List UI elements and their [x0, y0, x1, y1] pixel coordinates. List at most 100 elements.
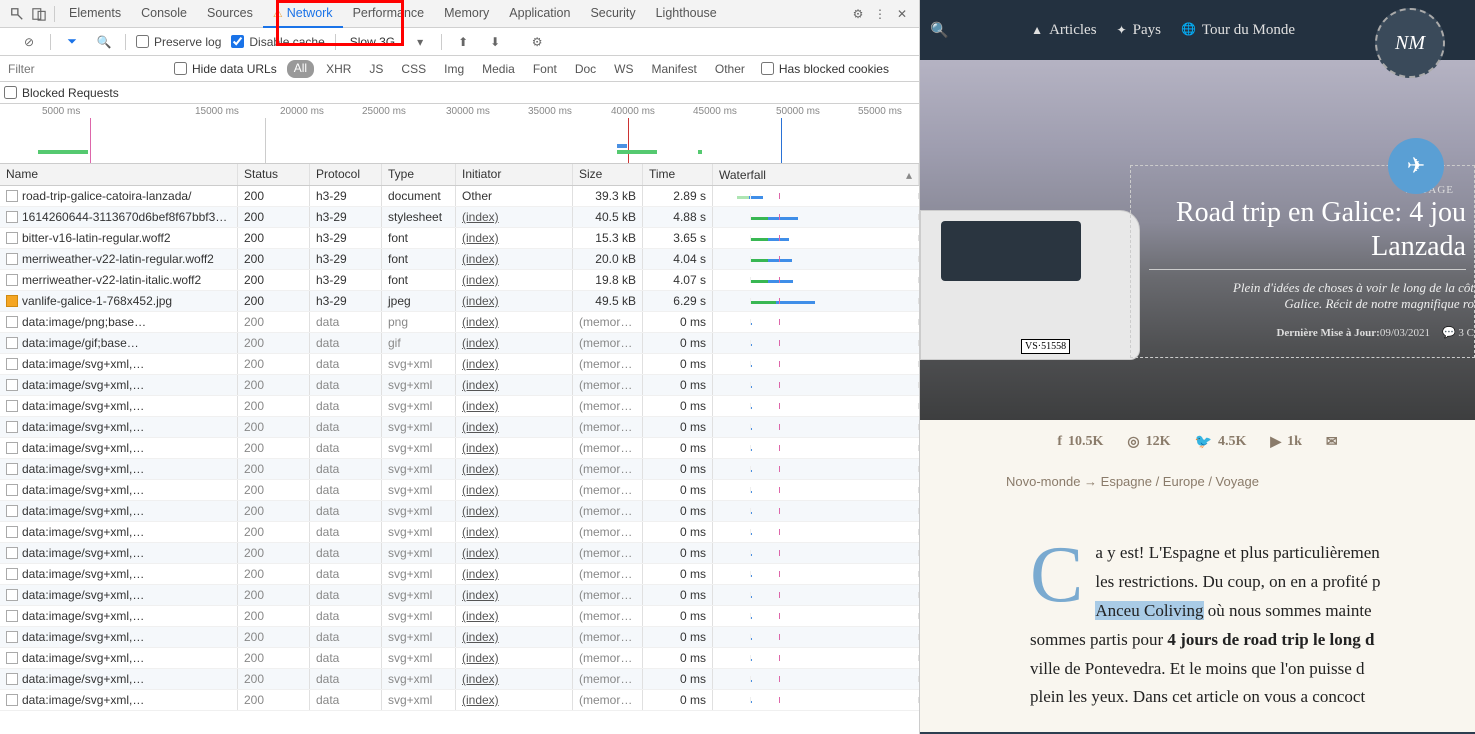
request-row[interactable]: vanlife-galice-1-768x452.jpg200h3-29jpeg… [0, 291, 919, 312]
import-har-icon[interactable]: ⬆ [452, 31, 474, 53]
request-row[interactable]: data:image/svg+xml,…200datasvg+xml(index… [0, 648, 919, 669]
request-row[interactable]: 1614260644-3113670d6bef8f67bbf3…200h3-29… [0, 207, 919, 228]
request-row[interactable]: data:image/svg+xml,…200datasvg+xml(index… [0, 606, 919, 627]
filter-chip-doc[interactable]: Doc [569, 60, 602, 78]
request-row[interactable]: data:image/svg+xml,…200datasvg+xml(index… [0, 690, 919, 711]
col-protocol[interactable]: Protocol [310, 164, 382, 185]
export-har-icon[interactable]: ⬇ [484, 31, 506, 53]
filter-chip-js[interactable]: JS [363, 60, 389, 78]
dropcap: C [1030, 539, 1095, 611]
article-text-bold: 4 jours de road trip le long d [1167, 630, 1374, 649]
request-row[interactable]: data:image/svg+xml,…200datasvg+xml(index… [0, 669, 919, 690]
requests-table-body[interactable]: road-trip-galice-catoira-lanzada/200h3-2… [0, 186, 919, 734]
social-mail[interactable]: ✉ [1326, 434, 1338, 451]
close-devtools-icon[interactable]: ✕ [891, 3, 913, 25]
site-breadcrumb[interactable]: Novo-monde → Espagne / Europe / Voyage [920, 464, 1475, 519]
request-row[interactable]: data:image/svg+xml,…200datasvg+xml(index… [0, 627, 919, 648]
col-size[interactable]: Size [573, 164, 643, 185]
preserve-log-checkbox[interactable]: Preserve log [136, 35, 221, 49]
filter-chip-other[interactable]: Other [709, 60, 751, 78]
request-row[interactable]: data:image/svg+xml,…200datasvg+xml(index… [0, 585, 919, 606]
timeline-tick: 30000 ms [446, 106, 490, 117]
nav-search-icon[interactable]: 🔍 [930, 21, 949, 40]
site-logo[interactable]: NM [1375, 8, 1445, 78]
request-row[interactable]: data:image/svg+xml,…200datasvg+xml(index… [0, 480, 919, 501]
request-row[interactable]: data:image/svg+xml,…200datasvg+xml(index… [0, 375, 919, 396]
request-row[interactable]: data:image/svg+xml,…200datasvg+xml(index… [0, 522, 919, 543]
request-row[interactable]: merriweather-v22-latin-italic.woff2200h3… [0, 270, 919, 291]
filter-chip-xhr[interactable]: XHR [320, 60, 357, 78]
filter-chip-font[interactable]: Font [527, 60, 563, 78]
filter-chip-media[interactable]: Media [476, 60, 521, 78]
filter-chip-img[interactable]: Img [438, 60, 470, 78]
file-icon [6, 295, 18, 307]
requests-table-header: Name Status Protocol Type Initiator Size… [0, 164, 919, 186]
request-row[interactable]: data:image/svg+xml,…200datasvg+xml(index… [0, 543, 919, 564]
file-icon [6, 442, 18, 454]
tab-lighthouse[interactable]: Lighthouse [646, 0, 727, 28]
clear-icon[interactable]: ⊘ [18, 31, 40, 53]
request-row[interactable]: data:image/svg+xml,…200datasvg+xml(index… [0, 354, 919, 375]
device-toggle-icon[interactable] [28, 3, 50, 25]
throttle-select[interactable]: Slow 3G [346, 33, 399, 51]
social-youtube[interactable]: ▶1k [1270, 434, 1302, 451]
request-row[interactable]: data:image/png;base…200datapng(index)(me… [0, 312, 919, 333]
timeline-overview[interactable]: 5000 ms15000 ms20000 ms25000 ms30000 ms3… [0, 104, 919, 164]
article-link-highlight[interactable]: Anceu Coliving [1095, 601, 1203, 620]
file-icon [6, 316, 18, 328]
request-row[interactable]: data:image/svg+xml,…200datasvg+xml(index… [0, 417, 919, 438]
social-instagram[interactable]: ◎12K [1127, 434, 1170, 451]
more-icon[interactable]: ⋮ [869, 3, 891, 25]
filter-chip-css[interactable]: CSS [395, 60, 432, 78]
nav-tour[interactable]: 🌐Tour du Monde [1181, 22, 1295, 39]
col-waterfall[interactable]: Waterfall▴ [713, 164, 919, 185]
network-settings-icon[interactable]: ⚙ [526, 31, 548, 53]
request-row[interactable]: data:image/svg+xml,…200datasvg+xml(index… [0, 438, 919, 459]
article-text: où nous sommes mainte [1204, 601, 1372, 620]
hero-subtitle: Plein d'idées de choses à voir le long d… [1149, 270, 1474, 312]
throttle-dropdown-icon[interactable]: ▾ [409, 31, 431, 53]
request-row[interactable]: data:image/gif;base…200datagif(index)(me… [0, 333, 919, 354]
request-row[interactable]: data:image/svg+xml,…200datasvg+xml(index… [0, 459, 919, 480]
social-facebook[interactable]: f10.5K [1057, 434, 1103, 450]
request-row[interactable]: road-trip-galice-catoira-lanzada/200h3-2… [0, 186, 919, 207]
col-name[interactable]: Name [0, 164, 238, 185]
category-badge-icon[interactable] [1388, 138, 1444, 194]
col-initiator[interactable]: Initiator [456, 164, 573, 185]
nav-pays[interactable]: ✦Pays [1117, 22, 1161, 39]
nav-articles[interactable]: ▲Articles [1031, 22, 1096, 39]
inspect-icon[interactable] [6, 3, 28, 25]
filter-chip-ws[interactable]: WS [608, 60, 639, 78]
tab-performance[interactable]: Performance [343, 0, 435, 28]
blocked-requests-row: Blocked Requests [0, 82, 919, 104]
tab-application[interactable]: Application [499, 0, 580, 28]
blocked-requests-checkbox[interactable]: Blocked Requests [4, 86, 119, 100]
social-twitter[interactable]: 🐦4.5K [1195, 434, 1247, 451]
search-icon[interactable]: 🔍 [93, 31, 115, 53]
col-type[interactable]: Type [382, 164, 456, 185]
request-row[interactable]: data:image/svg+xml,…200datasvg+xml(index… [0, 396, 919, 417]
disable-cache-checkbox[interactable]: Disable cache [231, 35, 324, 49]
tab-console[interactable]: Console [131, 0, 197, 28]
request-row[interactable]: data:image/svg+xml,…200datasvg+xml(index… [0, 564, 919, 585]
tab-sources[interactable]: Sources [197, 0, 263, 28]
file-icon [6, 505, 18, 517]
filter-toggle-icon[interactable]: ⏷ [61, 31, 83, 53]
tab-security[interactable]: Security [580, 0, 645, 28]
hide-data-urls-checkbox[interactable]: Hide data URLs [174, 62, 277, 76]
blocked-cookies-checkbox[interactable]: Has blocked cookies [761, 62, 889, 76]
file-icon [6, 589, 18, 601]
filter-chip-manifest[interactable]: Manifest [646, 60, 703, 78]
tab-elements[interactable]: Elements [59, 0, 131, 28]
request-row[interactable]: merriweather-v22-latin-regular.woff2200h… [0, 249, 919, 270]
col-time[interactable]: Time [643, 164, 713, 185]
settings-icon[interactable]: ⚙ [847, 3, 869, 25]
col-status[interactable]: Status [238, 164, 310, 185]
file-icon [6, 337, 18, 349]
tab-memory[interactable]: Memory [434, 0, 499, 28]
request-row[interactable]: data:image/svg+xml,…200datasvg+xml(index… [0, 501, 919, 522]
request-row[interactable]: bitter-v16-latin-regular.woff2200h3-29fo… [0, 228, 919, 249]
filter-chip-all[interactable]: All [287, 60, 314, 78]
tab-network[interactable]: Network [263, 0, 343, 28]
filter-input[interactable] [4, 60, 164, 78]
